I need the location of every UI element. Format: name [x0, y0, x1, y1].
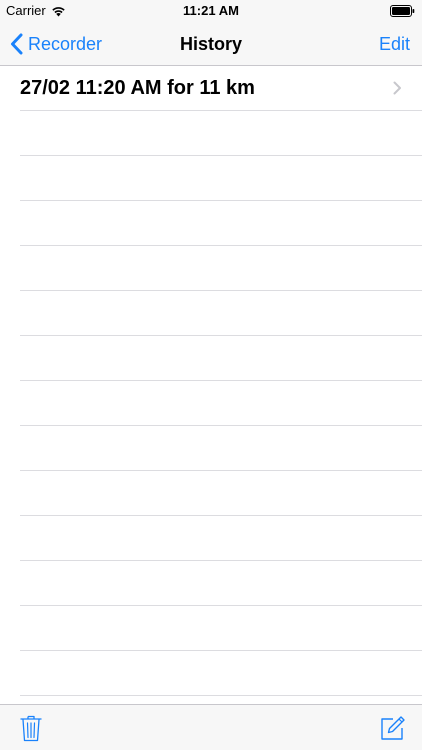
chevron-left-icon — [10, 33, 23, 55]
edit-button[interactable]: Edit — [379, 22, 410, 66]
chevron-right-icon — [393, 81, 402, 95]
bottom-toolbar — [0, 704, 422, 750]
trash-button[interactable] — [20, 714, 42, 742]
status-bar: Carrier 11:21 AM — [0, 0, 422, 22]
empty-row — [0, 606, 422, 651]
empty-row — [0, 336, 422, 381]
empty-row — [0, 651, 422, 696]
navigation-bar: Recorder History Edit — [0, 22, 422, 66]
empty-row — [0, 471, 422, 516]
trash-icon — [20, 714, 42, 742]
battery-icon — [390, 5, 415, 17]
status-time: 11:21 AM — [183, 3, 239, 18]
compose-button[interactable] — [380, 715, 406, 741]
empty-row — [0, 291, 422, 336]
empty-row — [0, 111, 422, 156]
history-row[interactable]: 27/02 11:20 AM for 11 km — [0, 66, 422, 111]
empty-row — [0, 381, 422, 426]
empty-row — [0, 156, 422, 201]
compose-icon — [380, 715, 406, 741]
empty-row — [0, 561, 422, 606]
history-table: 27/02 11:20 AM for 11 km — [0, 66, 422, 704]
history-row-label: 27/02 11:20 AM for 11 km — [20, 77, 255, 99]
empty-row — [0, 246, 422, 291]
back-button[interactable]: Recorder — [10, 22, 102, 66]
empty-row — [0, 201, 422, 246]
empty-row — [0, 696, 422, 704]
empty-row — [0, 426, 422, 471]
empty-row — [0, 516, 422, 561]
back-button-label: Recorder — [28, 33, 103, 54]
